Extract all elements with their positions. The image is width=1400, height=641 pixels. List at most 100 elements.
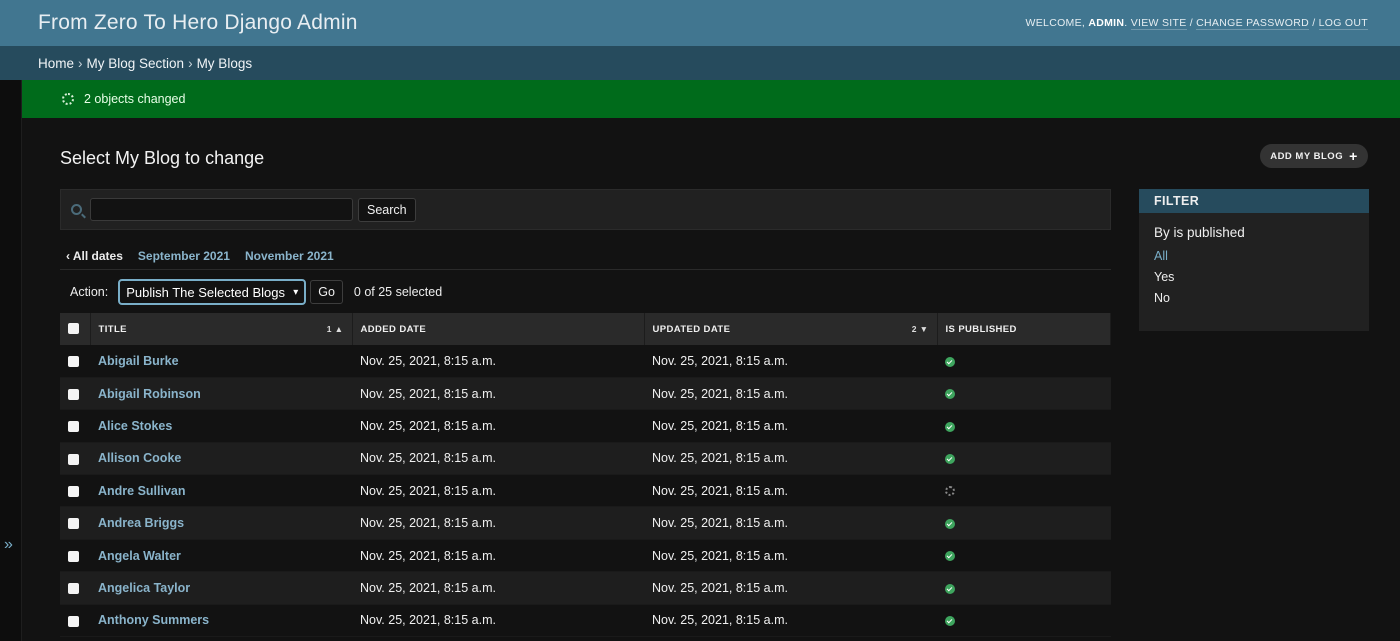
breadcrumb-separator: › <box>78 55 83 71</box>
added-date-cell: Nov. 25, 2021, 8:15 a.m. <box>352 604 644 638</box>
added-date-cell: Nov. 25, 2021, 8:15 a.m. <box>352 539 644 573</box>
updated-date-cell: Nov. 25, 2021, 8:15 a.m. <box>644 377 937 411</box>
blog-title-link[interactable]: Andre Sullivan <box>98 484 186 498</box>
breadcrumb-home[interactable]: Home <box>38 56 74 71</box>
updated-date-cell: Nov. 25, 2021, 8:15 a.m. <box>644 345 937 378</box>
published-cell <box>937 604 1111 638</box>
search-input[interactable] <box>90 198 353 221</box>
blog-title-link[interactable]: Andrea Briggs <box>98 516 184 530</box>
published-yes-icon <box>945 583 955 594</box>
table-row: Anthony Summers Nov. 25, 2021, 8:15 a.m. N… <box>60 604 1111 638</box>
change-password-link[interactable]: Change password <box>1196 17 1309 30</box>
table-row: Angelica Taylor Nov. 25, 2021, 8:15 a.m. N… <box>60 571 1111 605</box>
all-dates-link[interactable]: ‹ All dates <box>66 249 123 263</box>
action-label: Action: <box>70 285 109 299</box>
published-yes-icon <box>945 518 955 529</box>
blog-title-link[interactable]: Allison Cooke <box>98 451 181 465</box>
row-checkbox[interactable] <box>68 485 79 497</box>
row-checkbox[interactable] <box>68 615 79 627</box>
published-cell <box>937 442 1111 476</box>
go-button[interactable]: Go <box>310 280 343 304</box>
breadcrumb: Home › My Blog Section › My Blogs <box>0 46 1400 80</box>
column-added-date[interactable]: ADDED DATE <box>352 313 645 345</box>
row-checkbox[interactable] <box>68 356 79 368</box>
updated-date-cell: Nov. 25, 2021, 8:15 a.m. <box>644 409 937 443</box>
row-checkbox-cell <box>60 409 90 443</box>
published-cell <box>937 409 1111 443</box>
column-updated-date[interactable]: UPDATED DATE 2 ▼ <box>644 313 938 345</box>
filter-header: FILTER <box>1139 189 1369 213</box>
published-cell <box>937 345 1111 378</box>
user-tools: Welcome, admin. View site / Change passw… <box>1025 17 1368 30</box>
table-row: Angela Walter Nov. 25, 2021, 8:15 a.m. Nov… <box>60 539 1111 573</box>
published-cell <box>937 506 1111 540</box>
added-date-cell: Nov. 25, 2021, 8:15 a.m. <box>352 377 644 411</box>
select-all-header <box>60 313 91 345</box>
breadcrumb-separator: › <box>188 55 193 71</box>
published-yes-icon <box>945 616 955 627</box>
row-checkbox-cell <box>60 571 90 605</box>
nav-sidebar-toggle-icon[interactable]: » <box>4 536 13 554</box>
table-row: Allison Cooke Nov. 25, 2021, 8:15 a.m. Nov… <box>60 442 1111 476</box>
row-checkbox[interactable] <box>68 421 79 433</box>
site-title[interactable]: From Zero To Hero Django Admin <box>38 11 358 35</box>
filter-option-no[interactable]: No <box>1139 288 1369 309</box>
view-site-link[interactable]: View site <box>1130 17 1187 30</box>
blog-title-link[interactable]: Alice Stokes <box>98 419 172 433</box>
divider <box>60 269 1111 270</box>
published-yes-icon <box>945 454 955 465</box>
add-button-label: ADD MY BLOG <box>1270 150 1344 162</box>
sort-descending-icon[interactable]: 2 ▼ <box>912 324 929 334</box>
published-cell <box>937 571 1111 605</box>
published-no-icon <box>945 486 955 497</box>
column-is-published[interactable]: IS PUBLISHED <box>937 313 1111 345</box>
search-button[interactable]: Search <box>358 197 416 222</box>
chevron-down-icon: ▾ <box>293 286 299 298</box>
column-updated-label: UPDATED DATE <box>652 323 731 335</box>
row-checkbox-cell <box>60 506 90 540</box>
table-row: Alice Stokes Nov. 25, 2021, 8:15 a.m. Nov.… <box>60 409 1111 443</box>
action-select[interactable]: Publish The Selected Blogs ▾ <box>118 279 307 305</box>
log-out-link[interactable]: Log out <box>1318 17 1368 30</box>
site-header: From Zero To Hero Django Admin Welcome, … <box>0 0 1400 46</box>
filter-option-yes[interactable]: Yes <box>1139 267 1369 288</box>
blog-title-link[interactable]: Abigail Burke <box>98 354 179 368</box>
row-checkbox-cell <box>60 474 90 508</box>
results-table: TITLE 1 ▲ ADDED DATE UPDATED DATE 2 ▼ IS… <box>60 313 1111 638</box>
updated-date-cell: Nov. 25, 2021, 8:15 a.m. <box>644 539 937 573</box>
row-checkbox[interactable] <box>68 388 79 400</box>
row-checkbox[interactable] <box>68 583 79 595</box>
column-title[interactable]: TITLE 1 ▲ <box>90 313 353 345</box>
select-all-checkbox[interactable] <box>68 323 79 335</box>
separator: / <box>1312 17 1316 29</box>
row-checkbox[interactable] <box>68 453 79 465</box>
date-link-september-2021[interactable]: September 2021 <box>138 249 230 263</box>
blog-title-link[interactable]: Abigail Robinson <box>98 387 201 401</box>
title-cell: Alice Stokes <box>90 409 352 443</box>
filter-option-all[interactable]: All <box>1139 246 1369 267</box>
row-checkbox[interactable] <box>68 550 79 562</box>
add-my-blog-button[interactable]: ADD MY BLOG + <box>1260 144 1368 168</box>
published-cell <box>937 539 1111 573</box>
table-row: Andrea Briggs Nov. 25, 2021, 8:15 a.m. Nov… <box>60 506 1111 540</box>
title-cell: Anthony Summers <box>90 604 352 638</box>
published-cell <box>937 377 1111 411</box>
filter-panel: FILTER By is published All Yes No <box>1139 189 1369 331</box>
nav-sidebar-collapsed <box>0 80 22 641</box>
blog-title-link[interactable]: Angela Walter <box>98 549 181 563</box>
title-cell: Andrea Briggs <box>90 506 352 540</box>
date-link-november-2021[interactable]: November 2021 <box>245 249 334 263</box>
published-yes-icon <box>945 551 955 562</box>
added-date-cell: Nov. 25, 2021, 8:15 a.m. <box>352 345 644 378</box>
table-row: Abigail Burke Nov. 25, 2021, 8:15 a.m. Nov… <box>60 345 1111 378</box>
sort-ascending-icon[interactable]: 1 ▲ <box>327 324 344 334</box>
separator: / <box>1189 17 1193 29</box>
row-checkbox-cell <box>60 604 90 638</box>
row-checkbox[interactable] <box>68 518 79 530</box>
blog-title-link[interactable]: Anthony Summers <box>98 613 209 627</box>
success-message: 2 objects changed <box>22 80 1400 118</box>
updated-date-cell: Nov. 25, 2021, 8:15 a.m. <box>644 571 937 605</box>
blog-title-link[interactable]: Angelica Taylor <box>98 581 190 595</box>
breadcrumb-app[interactable]: My Blog Section <box>87 56 185 71</box>
published-yes-icon <box>945 356 955 367</box>
